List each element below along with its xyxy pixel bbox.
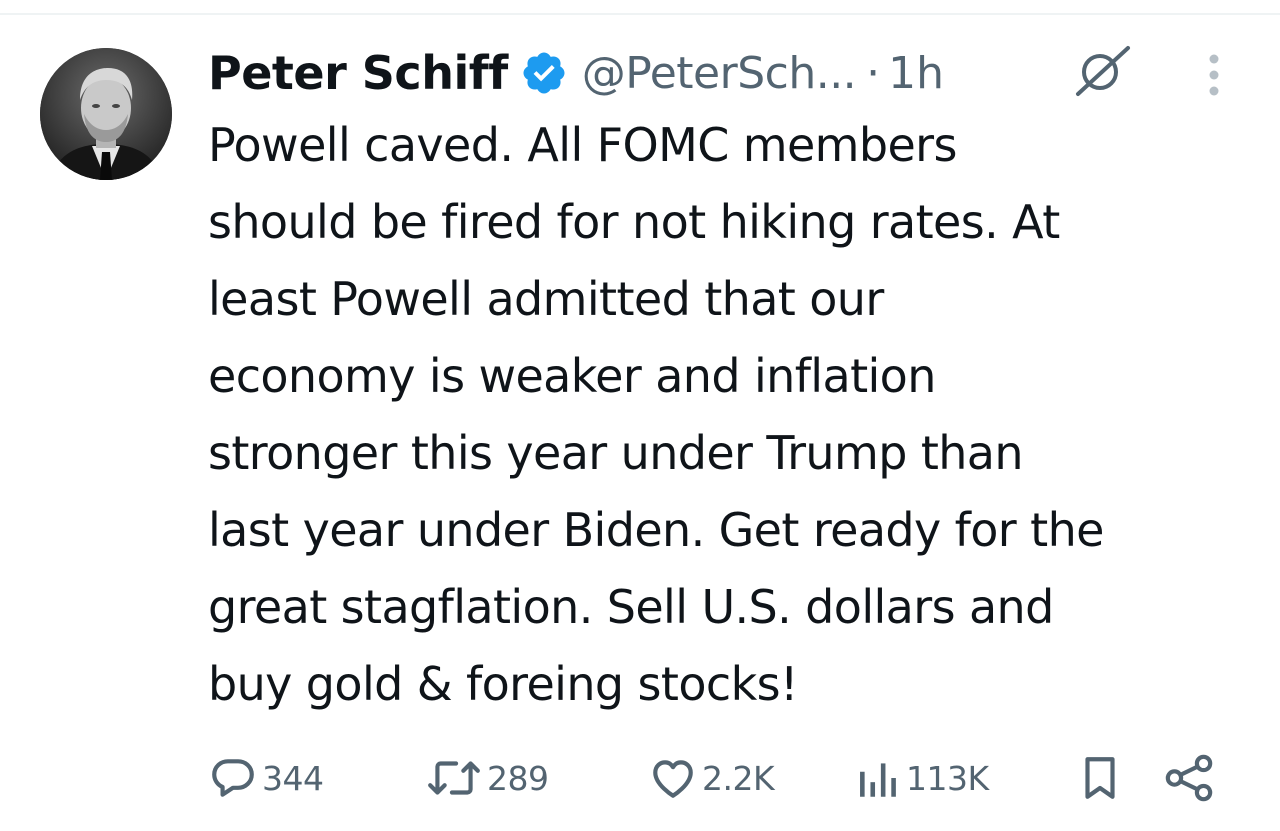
separator-dot: · xyxy=(866,47,881,99)
share-icon xyxy=(1165,754,1213,802)
like-count: 2.2K xyxy=(702,758,775,798)
views-button[interactable]: 113K xyxy=(856,748,989,808)
more-icon[interactable] xyxy=(1200,50,1228,100)
tweet-text-line: great stagflation. Sell U.S. dollars and xyxy=(208,580,1054,634)
tweet-text-line: Powell caved. All FOMC members xyxy=(208,118,957,172)
tweet-header: Peter Schiff @PeterSch... · 1h xyxy=(208,42,944,104)
views-icon xyxy=(860,763,896,797)
share-button[interactable] xyxy=(1162,748,1216,808)
tweet-text-line: buy gold & foreing stocks! xyxy=(208,657,798,711)
reply-count: 344 xyxy=(262,758,324,798)
repost-icon xyxy=(428,761,480,795)
tweet-text-line: last year under Biden. Get ready for the xyxy=(208,503,1104,557)
repost-button[interactable]: 289 xyxy=(425,748,549,808)
like-icon xyxy=(653,760,693,798)
avatar-image xyxy=(40,48,172,180)
repost-count: 289 xyxy=(487,758,549,798)
verified-badge-icon[interactable] xyxy=(520,49,568,97)
author-handle[interactable]: @PeterSch... xyxy=(582,48,857,99)
views-count: 113K xyxy=(906,758,989,798)
tweet-text-line: least Powell admitted that our xyxy=(208,272,884,326)
reply-button[interactable]: 344 xyxy=(208,748,324,808)
tweet-text-line: stronger this year under Trump than xyxy=(208,426,1024,480)
tweet-text-line: economy is weaker and inflation xyxy=(208,349,936,403)
avatar[interactable] xyxy=(40,48,172,180)
like-button[interactable]: 2.2K xyxy=(648,748,775,808)
timestamp[interactable]: 1h xyxy=(888,48,944,99)
tweet-text-line: should be fired for not hiking rates. At xyxy=(208,195,1060,249)
reply-icon xyxy=(212,759,254,797)
tweet-text: Powell caved. All FOMC members should be… xyxy=(208,107,1248,723)
bookmark-icon xyxy=(1085,757,1115,799)
bookmark-button[interactable] xyxy=(1078,748,1122,808)
grok-icon[interactable] xyxy=(1072,44,1132,98)
author-name[interactable]: Peter Schiff xyxy=(208,46,508,100)
top-divider xyxy=(0,13,1280,15)
action-bar: 344 289 2.2K 113K xyxy=(0,748,1280,808)
